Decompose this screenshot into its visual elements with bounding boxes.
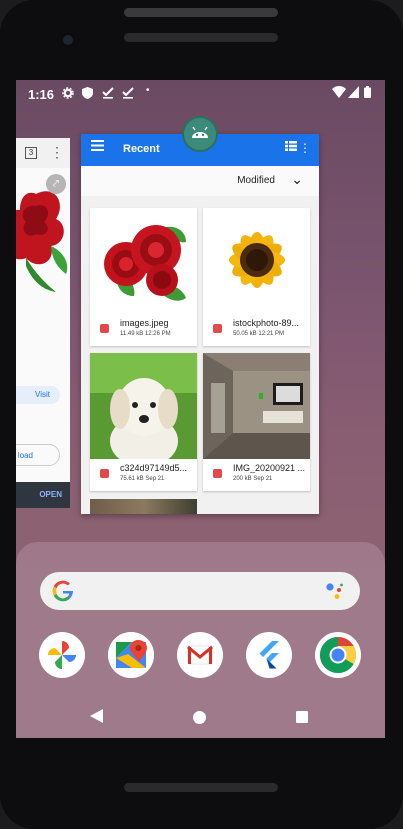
status-time: 1:16	[28, 87, 55, 102]
file-tile[interactable]: c324d97149d5... 75.61 kB Sep 21	[90, 353, 197, 491]
screen: 1:16 • 3 ⋮ ⤤ Visit load OPEN Recent ⋮ Mo…	[16, 80, 385, 738]
sort-label[interactable]: Modified	[237, 175, 275, 186]
status-bar: 1:16 •	[16, 80, 385, 108]
google-search-bar[interactable]	[40, 572, 360, 610]
battery-icon	[364, 86, 371, 98]
image-file-icon	[100, 469, 109, 478]
google-assistant-icon[interactable]	[324, 581, 344, 601]
photos-app-icon[interactable]	[39, 632, 85, 678]
menu-icon[interactable]	[91, 140, 104, 151]
file-tile[interactable]: images.jpeg 11.49 kB 12:26 PM	[90, 208, 197, 346]
gmail-app-icon[interactable]	[177, 632, 223, 678]
image-file-icon	[213, 324, 222, 333]
file-meta: 75.61 kB Sep 21	[120, 476, 165, 482]
android-robot-icon	[192, 126, 208, 138]
more-options-icon[interactable]: ⋮	[299, 141, 311, 155]
chrome-logo-icon	[319, 637, 357, 674]
file-tile-partial[interactable]	[90, 499, 197, 514]
recent-app-card-browser[interactable]: 3 ⋮ ⤤ Visit load OPEN	[16, 138, 70, 508]
file-tile[interactable]: istockphoto-89... 50.05 kB 12:21 PM	[203, 208, 310, 346]
flutter-logo-icon	[259, 641, 279, 669]
share-icon[interactable]: ⤤	[46, 174, 66, 194]
flutter-app-icon[interactable]	[246, 632, 292, 678]
overflow-menu-icon[interactable]: ⋮	[50, 144, 64, 161]
chrome-app-icon[interactable]	[315, 632, 361, 678]
front-camera	[60, 32, 76, 48]
file-name: c324d97149d5...	[120, 463, 188, 473]
browser-toolbar: 3 ⋮	[16, 138, 70, 168]
navigation-bar	[16, 694, 385, 738]
file-thumbnail	[90, 353, 197, 459]
bottom-speaker	[124, 783, 278, 792]
phone-frame: 1:16 • 3 ⋮ ⤤ Visit load OPEN Recent ⋮ Mo…	[0, 0, 403, 829]
file-thumbnail	[203, 208, 310, 314]
shield-icon	[82, 87, 93, 99]
settings-icon	[62, 87, 74, 99]
file-meta: 200 kB Sep 21	[233, 476, 273, 482]
file-meta: 50.05 kB 12:21 PM	[233, 331, 285, 337]
open-button[interactable]: OPEN	[16, 482, 70, 508]
file-meta: 11.49 kB 12:26 PM	[120, 331, 171, 337]
list-view-icon[interactable]	[285, 141, 297, 151]
signal-icon	[348, 86, 359, 98]
photos-pinwheel-icon	[48, 641, 76, 669]
wifi-icon	[332, 86, 346, 98]
file-thumbnail	[203, 353, 310, 459]
download-button[interactable]: load	[16, 444, 60, 466]
file-name: istockphoto-89...	[233, 318, 300, 328]
chevron-down-icon[interactable]: ⌄	[291, 171, 303, 188]
gmail-envelope-icon	[187, 645, 213, 665]
top-speaker	[124, 8, 278, 17]
rose-image-partial	[16, 191, 68, 292]
file-name: IMG_20200921 ...	[233, 463, 306, 473]
sort-bar: Modified ⌄	[81, 166, 319, 196]
maps-app-icon[interactable]	[108, 632, 154, 678]
home-icon[interactable]	[193, 711, 206, 724]
visit-button[interactable]: Visit	[16, 386, 60, 404]
download-done-icon-2	[122, 87, 134, 99]
back-icon[interactable]	[90, 709, 103, 723]
dot-icon: •	[146, 85, 150, 96]
recent-app-card-files[interactable]: Recent ⋮ Modified ⌄ images.jpeg 11.49 kB…	[81, 134, 319, 514]
file-thumbnail	[90, 208, 197, 314]
google-g-icon	[52, 580, 73, 602]
image-file-icon	[213, 469, 222, 478]
file-name: images.jpeg	[120, 318, 169, 328]
file-tile[interactable]: IMG_20200921 ... 200 kB Sep 21	[203, 353, 310, 491]
recent-apps-icon[interactable]	[296, 711, 308, 723]
image-file-icon	[100, 324, 109, 333]
tab-count-icon[interactable]: 3	[25, 147, 37, 159]
files-title: Recent	[123, 143, 160, 155]
download-done-icon	[102, 87, 114, 99]
android-app-icon[interactable]	[182, 116, 218, 152]
earpiece	[124, 33, 278, 42]
maps-pin-icon	[108, 632, 154, 678]
